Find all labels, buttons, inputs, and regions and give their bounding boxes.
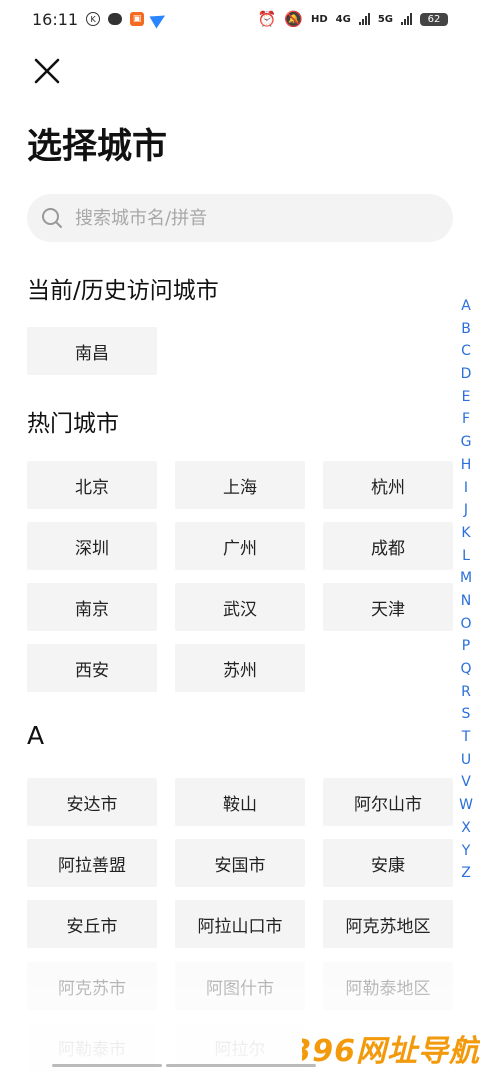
index-letter[interactable]: G (461, 431, 472, 454)
hot-city-button[interactable]: 上海 (175, 461, 305, 509)
close-icon (34, 58, 60, 84)
mute-icon: 🔕 (284, 10, 303, 28)
index-letter[interactable]: P (462, 635, 470, 658)
index-letter[interactable]: L (462, 545, 470, 568)
index-letter[interactable]: R (461, 681, 471, 704)
chat-bubble-icon (108, 13, 123, 25)
search-input[interactable] (73, 206, 417, 230)
signal-bars-icon (358, 13, 370, 25)
a-city-button[interactable]: 阿勒泰地区 (323, 962, 453, 1010)
a-city-button[interactable]: 安国市 (175, 839, 305, 887)
close-button[interactable] (28, 52, 66, 90)
a-city-button[interactable]: 阿克苏市 (27, 962, 157, 1010)
index-letter[interactable]: U (461, 749, 471, 772)
scroll-indicator (166, 1064, 316, 1067)
hot-city-button[interactable]: 深圳 (27, 522, 157, 570)
hot-city-button[interactable]: 杭州 (323, 461, 453, 509)
index-letter[interactable]: X (461, 817, 471, 840)
page-title: 选择城市 (27, 127, 168, 167)
a-city-button[interactable]: 安丘市 (27, 900, 157, 948)
letter-a-section-title: A (27, 721, 45, 750)
index-letter[interactable]: M (460, 567, 472, 590)
index-letter[interactable]: B (461, 318, 471, 341)
index-letter[interactable]: Q (460, 658, 471, 681)
index-letter[interactable]: D (461, 363, 472, 386)
battery-icon: 62 (420, 12, 448, 26)
recent-city-button[interactable]: 南昌 (27, 327, 157, 375)
index-letter[interactable]: V (461, 771, 471, 794)
index-letter[interactable]: Z (461, 862, 471, 885)
status-bar: 16:11 K ▣ ⏰ 🔕 HD 4G 5G 62 (0, 0, 480, 38)
send-plane-icon (149, 9, 169, 29)
index-letter[interactable]: W (459, 794, 473, 817)
hot-city-button[interactable]: 武汉 (175, 583, 305, 631)
search-icon (42, 208, 62, 228)
hot-city-button[interactable]: 西安 (27, 644, 157, 692)
index-letter[interactable]: Y (462, 840, 471, 863)
signal-bars-icon (401, 13, 412, 25)
hd-badge: HD (310, 13, 328, 25)
status-left: 16:11 K ▣ (32, 9, 169, 29)
a-city-button[interactable]: 阿拉山口市 (175, 900, 305, 948)
network-5g-label: 5G (377, 13, 393, 25)
a-city-button[interactable]: 阿尔山市 (323, 778, 453, 826)
a-city-button[interactable]: 阿拉善盟 (27, 839, 157, 887)
index-letter[interactable]: O (460, 613, 471, 636)
hot-section-title: 热门城市 (27, 411, 119, 437)
index-letter[interactable]: A (461, 295, 471, 318)
watermark-logo: 396网址导航 (302, 1034, 480, 1068)
index-letter[interactable]: J (464, 499, 468, 522)
k-app-icon: K (86, 12, 101, 26)
hot-city-button[interactable]: 天津 (323, 583, 453, 631)
index-letter[interactable]: I (464, 477, 468, 500)
hot-city-button[interactable]: 苏州 (175, 644, 305, 692)
index-letter[interactable]: E (462, 386, 471, 409)
a-city-button[interactable]: 安达市 (27, 778, 157, 826)
search-box[interactable] (27, 194, 453, 242)
status-time: 16:11 (32, 9, 79, 29)
index-letter[interactable]: F (462, 408, 470, 431)
a-city-button[interactable]: 安康 (323, 839, 453, 887)
index-letter[interactable]: H (461, 454, 472, 477)
index-letter[interactable]: S (462, 703, 471, 726)
index-letter[interactable]: N (461, 590, 471, 613)
alarm-icon: ⏰ (257, 10, 277, 28)
a-city-button[interactable]: 鞍山 (175, 778, 305, 826)
a-city-button[interactable]: 阿克苏地区 (323, 900, 453, 948)
hot-city-button[interactable]: 北京 (27, 461, 157, 509)
hot-city-button[interactable]: 南京 (27, 583, 157, 631)
network-4g-label: 4G (335, 13, 351, 25)
scroll-indicator (52, 1064, 162, 1067)
alphabet-index-bar[interactable]: A B C D E F G H I J K L M N O P Q R S T … (456, 295, 476, 885)
recent-section-title: 当前/历史访问城市 (27, 278, 219, 304)
index-letter[interactable]: C (461, 340, 471, 363)
a-city-button[interactable]: 阿图什市 (175, 962, 305, 1010)
hot-city-button[interactable]: 广州 (175, 522, 305, 570)
index-letter[interactable]: K (461, 522, 470, 545)
hot-city-button[interactable]: 成都 (323, 522, 453, 570)
app-notification-icon: ▣ (130, 12, 145, 26)
status-right: ⏰ 🔕 HD 4G 5G 62 (258, 10, 448, 28)
index-letter[interactable]: T (462, 726, 471, 749)
